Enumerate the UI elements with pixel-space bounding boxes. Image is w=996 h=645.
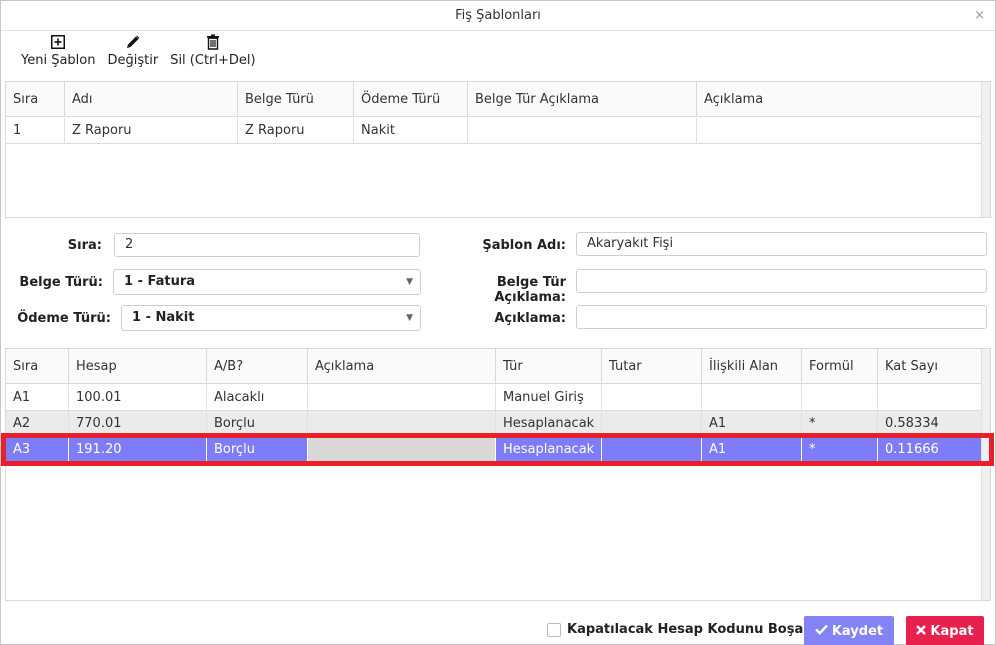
trash-icon xyxy=(206,33,220,51)
cell-iliskili-alan: A1 xyxy=(702,411,802,437)
col-header-iliskili-alan[interactable]: İlişkili Alan xyxy=(702,349,802,384)
delete-label: Sil (Ctrl+Del) xyxy=(170,53,256,68)
pencil-icon xyxy=(125,33,141,51)
edit-label: Değiştir xyxy=(107,53,159,68)
cell-kat-sayi: 0.58334 xyxy=(885,416,939,431)
odeme-turu-label: Ödeme Türü: xyxy=(17,311,111,326)
table-row[interactable]: A1 100.01 Alacaklı Manuel Giriş xyxy=(6,385,982,411)
aciklama-label: Açıklama: xyxy=(494,311,566,326)
cell-kat-sayi: 0.11666 xyxy=(885,442,939,457)
new-template-button[interactable]: Yeni Şablon xyxy=(15,32,101,76)
check-icon xyxy=(815,624,828,639)
cell-ab: Borçlu xyxy=(207,411,308,437)
lines-grid-scrollbar[interactable] xyxy=(981,349,990,600)
cell-sira: A2 xyxy=(6,411,69,437)
templates-grid-scrollbar[interactable] xyxy=(981,82,990,217)
clear-account-code-checkbox-group[interactable]: Kapatılacak Hesap Kodunu Boşalt xyxy=(547,622,814,637)
x-icon xyxy=(916,624,927,639)
col-header-odeme-turu[interactable]: Ödeme Türü xyxy=(354,82,468,117)
cell-hesap: 191.20 xyxy=(69,437,207,463)
plus-square-icon xyxy=(51,33,66,51)
cell-tur: Hesaplanacak xyxy=(496,411,602,437)
lines-grid: Sıra Hesap A/B? Açıklama Tür Tutar İlişk… xyxy=(5,348,991,601)
cell-tutar xyxy=(602,385,702,411)
lines-grid-header: Sıra Hesap A/B? Açıklama Tür Tutar İlişk… xyxy=(6,349,982,384)
dialog-title: Fiş Şablonları xyxy=(455,8,541,23)
cell-sira: A3 xyxy=(6,437,69,463)
cell-formul: * xyxy=(802,437,878,463)
cell-iliskili-alan xyxy=(702,385,802,411)
cell-kat-sayi xyxy=(878,385,982,411)
edit-button[interactable]: Değiştir xyxy=(101,32,164,76)
col-header-sira[interactable]: Sıra xyxy=(6,349,69,384)
col-header-aciklama[interactable]: Açıklama xyxy=(308,349,496,384)
cell-iliskili-alan: A1 xyxy=(702,437,802,463)
cell-tur: Hesaplanacak xyxy=(496,437,602,463)
cell-hesap: 770.01 xyxy=(69,411,207,437)
close-button[interactable]: Kapat xyxy=(906,616,984,645)
close-label: Kapat xyxy=(930,623,974,639)
new-template-label: Yeni Şablon xyxy=(21,53,96,68)
clear-account-code-checkbox[interactable] xyxy=(547,622,561,637)
cell-formul: * xyxy=(802,411,878,437)
belge-turu-value: 1 - Fatura xyxy=(124,274,196,289)
templates-grid-header: Sıra Adı Belge Türü Ödeme Türü Belge Tür… xyxy=(6,82,982,117)
table-row[interactable]: 1 Z Raporu Z Raporu Nakit xyxy=(6,118,982,144)
belge-turu-label: Belge Türü: xyxy=(19,275,103,290)
cell-ab: Alacaklı xyxy=(207,385,308,411)
chevron-down-icon: ▼ xyxy=(406,313,413,323)
odeme-turu-select[interactable]: 1 - Nakit ▼ xyxy=(121,305,421,331)
col-header-adi[interactable]: Adı xyxy=(65,82,238,117)
cell-aciklama xyxy=(308,385,496,411)
aciklama-input[interactable] xyxy=(576,305,987,329)
cell-ab: Borçlu xyxy=(207,437,308,463)
cell-belge-tur-aciklama xyxy=(468,118,697,144)
col-header-tutar[interactable]: Tutar xyxy=(602,349,702,384)
belge-tur-aciklama-input[interactable] xyxy=(576,269,987,293)
col-header-formul[interactable]: Formül xyxy=(802,349,878,384)
col-header-belge-tur-aciklama[interactable]: Belge Tür Açıklama xyxy=(468,82,697,117)
cell-sira: A1 xyxy=(6,385,69,411)
templates-grid: Sıra Adı Belge Türü Ödeme Türü Belge Tür… xyxy=(5,81,991,218)
chevron-down-icon: ▼ xyxy=(406,277,413,287)
close-icon[interactable]: × xyxy=(974,1,985,31)
save-button[interactable]: Kaydet xyxy=(804,616,894,645)
sablon-adi-input[interactable]: Akaryakıt Fişi xyxy=(576,232,987,256)
cell-adi: Z Raporu xyxy=(65,118,238,144)
belge-turu-select[interactable]: 1 - Fatura ▼ xyxy=(113,269,421,295)
cell-hesap: 100.01 xyxy=(69,385,207,411)
col-header-belge-turu[interactable]: Belge Türü xyxy=(238,82,354,117)
cell-aciklama xyxy=(308,411,496,437)
cell-aciklama xyxy=(697,118,982,144)
col-header-ab[interactable]: A/B? xyxy=(207,349,308,384)
col-header-hesap[interactable]: Hesap xyxy=(69,349,207,384)
cell-tutar xyxy=(602,411,702,437)
cell-belge-turu: Z Raporu xyxy=(238,118,354,144)
col-header-aciklama[interactable]: Açıklama xyxy=(697,82,982,117)
col-header-sira[interactable]: Sıra xyxy=(6,82,65,117)
cell-formul xyxy=(802,385,878,411)
save-label: Kaydet xyxy=(831,623,884,639)
odeme-turu-value: 1 - Nakit xyxy=(132,310,195,325)
cell-tur: Manuel Giriş xyxy=(496,385,602,411)
belge-tur-aciklama-label: Belge Tür Açıklama: xyxy=(494,275,566,305)
toolbar: Yeni Şablon Değiştir Sil (Ctrl+Del) xyxy=(15,32,262,76)
delete-button[interactable]: Sil (Ctrl+Del) xyxy=(164,32,261,76)
sira-label: Sıra: xyxy=(67,238,102,253)
cell-sira: 1 xyxy=(6,118,65,144)
table-row[interactable]: A2 770.01 Borçlu Hesaplanacak A1 * 0.583… xyxy=(6,411,982,437)
clear-account-code-label: Kapatılacak Hesap Kodunu Boşalt xyxy=(567,622,814,637)
cell-tutar xyxy=(602,437,702,463)
cell-odeme-turu: Nakit xyxy=(354,118,468,144)
sablon-adi-label: Şablon Adı: xyxy=(482,238,566,253)
dialog-window: Fiş Şablonları × Yeni Şablon Değiştir Si… xyxy=(0,0,996,645)
sira-input[interactable]: 2 xyxy=(114,233,420,257)
col-header-kat-sayi[interactable]: Kat Sayı xyxy=(878,349,982,384)
title-bar: Fiş Şablonları × xyxy=(1,1,995,31)
table-row-selected[interactable]: A3 191.20 Borçlu Hesaplanacak A1 * 0.116… xyxy=(6,437,982,463)
col-header-tur[interactable]: Tür xyxy=(496,349,602,384)
cell-aciklama[interactable] xyxy=(308,437,496,463)
